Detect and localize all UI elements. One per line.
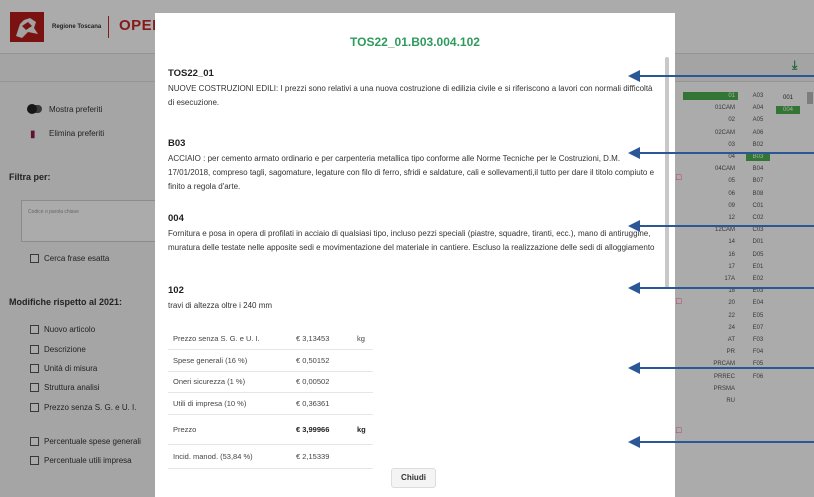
price-value: € 0,36361	[296, 392, 357, 415]
price-value: € 0,00502	[296, 371, 357, 393]
price-label: Incid. manod. (53,84 %)	[168, 444, 296, 469]
annotation-arrow	[628, 70, 814, 82]
price-value: € 0,50152	[296, 349, 357, 372]
price-row: Incid. manod. (53,84 %) € 2,15339	[168, 444, 373, 469]
price-label: Prezzo senza S. G. e U. I.	[168, 328, 296, 350]
price-unit	[356, 444, 373, 469]
section-description: travi di altezza oltre i 240 mm	[168, 301, 273, 310]
price-label: Prezzo	[168, 414, 296, 445]
price-unit: kg	[356, 328, 373, 350]
annotation-arrow	[628, 282, 814, 294]
section-description: NUOVE COSTRUZIONI EDILI: I prezzi sono r…	[168, 84, 653, 107]
price-unit	[356, 371, 373, 393]
section-code: 102	[168, 285, 184, 296]
price-label: Utili di impresa (10 %)	[168, 392, 296, 415]
price-row: Oneri sicurezza (1 %) € 0,00502	[168, 371, 373, 393]
price-row: Prezzo € 3,99966 kg	[168, 414, 373, 445]
price-detail-dialog: TOS22_01.B03.004.102 TOS22_01 NUOVE COSTR…	[155, 13, 675, 497]
bookmark-icon[interactable]: □	[676, 296, 681, 306]
bookmark-icon[interactable]: □	[676, 425, 681, 435]
price-value: € 3,99966	[296, 414, 357, 445]
price-row: Spese generali (16 %) € 0,50152	[168, 349, 373, 372]
hierarchy-section: 102 travi di altezza oltre i 240 mm	[168, 285, 655, 313]
dialog-title: TOS22_01.B03.004.102	[350, 35, 480, 49]
section-code: B03	[168, 138, 186, 149]
price-unit	[356, 392, 373, 415]
section-description: Fornitura e posa in opera di profilati i…	[168, 229, 655, 252]
dialog-scrollbar[interactable]	[665, 57, 669, 289]
annotation-arrow	[628, 220, 814, 232]
section-description: ACCIAIO : per cemento armato ordinario e…	[168, 154, 655, 191]
price-table: Prezzo senza S. G. e U. I. € 3,13453 kg Spe…	[168, 328, 373, 469]
annotation-arrow	[628, 147, 814, 159]
hierarchy-section: TOS22_01 NUOVE COSTRUZIONI EDILI: I prezz…	[168, 68, 655, 110]
price-row: Prezzo senza S. G. e U. I. € 3,13453 kg	[168, 328, 373, 350]
close-button[interactable]: Chiudi	[391, 468, 436, 488]
section-code: TOS22_01	[168, 68, 214, 79]
annotation-arrow	[628, 436, 814, 448]
price-value: € 3,13453	[296, 328, 357, 350]
annotation-arrow	[628, 362, 814, 374]
price-value: € 2,15339	[296, 444, 357, 469]
bookmark-icon[interactable]: □	[676, 172, 681, 182]
price-unit: kg	[356, 414, 373, 445]
hierarchy-section: B03 ACCIAIO : per cemento armato ordinari…	[168, 138, 655, 194]
price-unit	[356, 349, 373, 372]
section-code: 004	[168, 213, 184, 224]
price-label: Oneri sicurezza (1 %)	[168, 371, 296, 393]
price-row: Utili di impresa (10 %) € 0,36361	[168, 392, 373, 415]
hierarchy-section: 004 Fornitura e posa in opera di profilat…	[168, 213, 655, 255]
price-label: Spese generali (16 %)	[168, 349, 296, 372]
